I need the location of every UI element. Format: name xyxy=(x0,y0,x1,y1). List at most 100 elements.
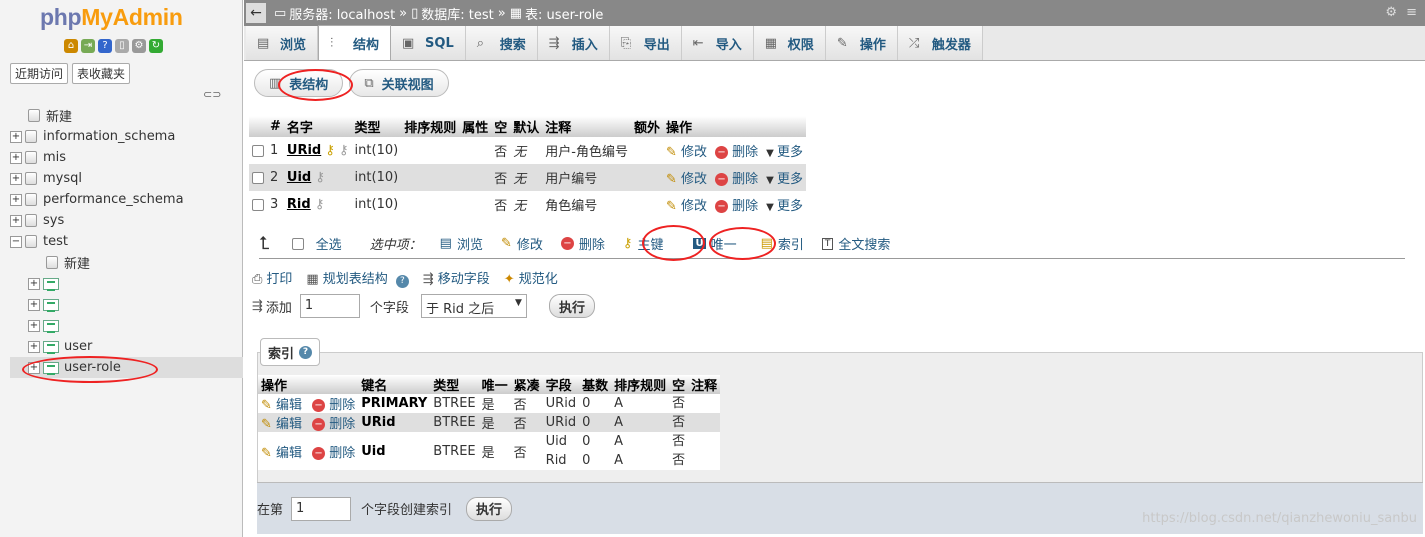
expand-icon[interactable]: + xyxy=(28,340,40,353)
reload-icon[interactable]: ↻ xyxy=(149,39,163,53)
more-link[interactable]: ▼ 更多 xyxy=(766,145,803,160)
edit-column-link[interactable]: ✎ 修改 xyxy=(666,145,707,160)
link-icon[interactable]: ⊂⊃ xyxy=(203,88,221,101)
tree-node[interactable]: + mysql xyxy=(10,168,243,189)
tab-import[interactable]: ⇤ 导入 xyxy=(681,26,754,60)
column-header[interactable]: 注释 xyxy=(542,116,631,137)
column-name[interactable]: URid xyxy=(287,143,321,158)
docs-icon[interactable]: ▯ xyxy=(115,39,129,53)
column-header[interactable]: 额外 xyxy=(630,116,663,137)
tree-node[interactable]: 新建 xyxy=(10,252,243,273)
edit-index-link[interactable]: ✎ 编辑 xyxy=(261,398,302,413)
bulk-drop-button[interactable]: − 删除 xyxy=(560,234,605,253)
tree-node[interactable]: + user xyxy=(10,336,243,357)
tree-node-label[interactable]: mis xyxy=(43,150,66,165)
breadcrumb-server[interactable]: 服务器: localhost xyxy=(289,4,395,23)
tree-node[interactable]: + xyxy=(10,273,243,294)
column-name[interactable]: Rid xyxy=(287,197,311,212)
expand-icon[interactable]: + xyxy=(10,172,22,185)
tree-node-label[interactable]: mysql xyxy=(43,171,82,186)
expand-icon[interactable]: + xyxy=(28,298,40,311)
tree-node-label[interactable]: information_schema xyxy=(43,129,175,144)
tree-node[interactable]: + mis xyxy=(10,147,243,168)
row-checkbox[interactable] xyxy=(252,144,264,157)
column-header[interactable]: 类型 xyxy=(351,116,402,137)
tab-triggers[interactable]: ⤮ 触发器 xyxy=(897,26,983,60)
settings-icon[interactable]: ⚙ xyxy=(132,39,146,53)
tree-node-label[interactable]: performance_schema xyxy=(43,192,184,207)
tree-node-label[interactable]: 新建 xyxy=(64,253,90,272)
recent-tables-tab[interactable]: 近期访问 xyxy=(10,63,69,84)
bulk-change-button[interactable]: ✎ 修改 xyxy=(501,234,543,253)
expand-icon[interactable]: + xyxy=(28,319,40,332)
gear-icon[interactable]: ⚙ xyxy=(1385,5,1397,20)
bulk-browse-button[interactable]: ▤ 浏览 xyxy=(440,234,483,253)
breadcrumb-database[interactable]: 数据库: test xyxy=(421,4,493,23)
column-header[interactable]: 空 xyxy=(491,116,511,137)
drop-index-link[interactable]: − 删除 xyxy=(312,417,355,432)
column-header[interactable]: 默认 xyxy=(510,116,543,137)
normalize-button[interactable]: ✦ 规范化 xyxy=(504,268,558,288)
tab-search[interactable]: ⌕ 搜索 xyxy=(465,26,538,60)
tab-sql[interactable]: ▣ SQL xyxy=(391,26,466,60)
column-header[interactable]: 属性 xyxy=(459,116,492,137)
tree-node[interactable]: + information_schema xyxy=(10,126,243,147)
tab-operations[interactable]: ✎ 操作 xyxy=(825,26,898,60)
drop-column-link[interactable]: − 删除 xyxy=(715,172,758,187)
tree-node[interactable]: 新建 xyxy=(10,105,243,126)
logout-icon[interactable]: ⇥ xyxy=(81,39,95,53)
bulk-fulltext-button[interactable]: T 全文搜索 xyxy=(821,234,890,253)
tree-node[interactable]: − test xyxy=(10,231,243,252)
tree-node[interactable]: + xyxy=(10,294,243,315)
tree-node[interactable]: + sys xyxy=(10,210,243,231)
tree-node-label[interactable]: 新建 xyxy=(46,106,72,125)
more-link[interactable]: ▼ 更多 xyxy=(766,199,803,214)
expand-icon[interactable]: + xyxy=(10,193,22,206)
favorite-tables-tab[interactable]: 表收藏夹 xyxy=(72,63,131,84)
tab-browse[interactable]: ▤ 浏览 xyxy=(246,26,319,60)
edit-index-link[interactable]: ✎ 编辑 xyxy=(261,417,302,432)
select-all-checkbox[interactable] xyxy=(291,237,304,250)
edit-column-link[interactable]: ✎ 修改 xyxy=(666,199,707,214)
help-icon[interactable]: ? xyxy=(98,39,112,53)
print-button[interactable]: ⎙ 打印 xyxy=(252,268,292,288)
more-link[interactable]: ▼ 更多 xyxy=(766,172,803,187)
add-go-button[interactable]: 执行 xyxy=(548,294,595,318)
tree-node[interactable]: + xyxy=(10,315,243,336)
column-header[interactable]: 名字 xyxy=(283,116,352,137)
edit-index-link[interactable]: ✎ 编辑 xyxy=(261,446,302,461)
row-checkbox[interactable] xyxy=(252,171,264,184)
add-count-input[interactable]: 1 xyxy=(299,294,360,318)
propose-structure-button[interactable]: ▦ 规划表结构 ? xyxy=(306,268,409,288)
expand-icon[interactable]: + xyxy=(28,277,40,290)
column-name[interactable]: Uid xyxy=(287,170,311,185)
phpmyadmin-logo[interactable]: phpMyAdmin xyxy=(40,4,183,31)
tree-node-label[interactable]: test xyxy=(43,234,68,249)
drop-column-link[interactable]: − 删除 xyxy=(715,199,758,214)
breadcrumb-table[interactable]: 表: user-role xyxy=(525,4,603,23)
expand-icon[interactable]: + xyxy=(10,151,22,164)
tab-export[interactable]: ⎘ 导出 xyxy=(609,26,682,60)
help-icon[interactable]: ? xyxy=(395,275,409,288)
drop-index-link[interactable]: − 删除 xyxy=(312,398,355,413)
create-index-count-input[interactable]: 1 xyxy=(291,496,352,521)
expand-icon[interactable]: + xyxy=(10,130,22,143)
help-icon[interactable]: ? xyxy=(299,345,313,359)
tree-node-label[interactable]: sys xyxy=(43,213,64,228)
create-index-go-button[interactable]: 执行 xyxy=(466,496,513,521)
move-columns-button[interactable]: ⇶ 移动字段 xyxy=(423,268,490,288)
row-checkbox[interactable] xyxy=(252,198,264,211)
tree-node-label[interactable]: user xyxy=(64,339,92,354)
tab-privileges[interactable]: ▦ 权限 xyxy=(753,26,826,60)
edit-column-link[interactable]: ✎ 修改 xyxy=(666,172,707,187)
subtab-relation-view[interactable]: ⧉ 关联视图 xyxy=(349,69,449,97)
add-position-select[interactable]: 于 Rid 之后 ▼ xyxy=(420,294,527,318)
tab-structure[interactable]: ⫶ 结构 xyxy=(318,25,392,60)
collapse-icon[interactable]: ← xyxy=(246,3,266,23)
tree-node[interactable]: + performance_schema xyxy=(10,189,243,210)
home-icon[interactable]: ⌂ xyxy=(64,39,78,53)
menu-icon[interactable]: ≡ xyxy=(1406,5,1417,20)
column-header[interactable]: 排序规则 xyxy=(401,116,460,137)
tab-insert[interactable]: ⇶ 插入 xyxy=(537,26,610,60)
expand-icon[interactable]: + xyxy=(10,214,22,227)
